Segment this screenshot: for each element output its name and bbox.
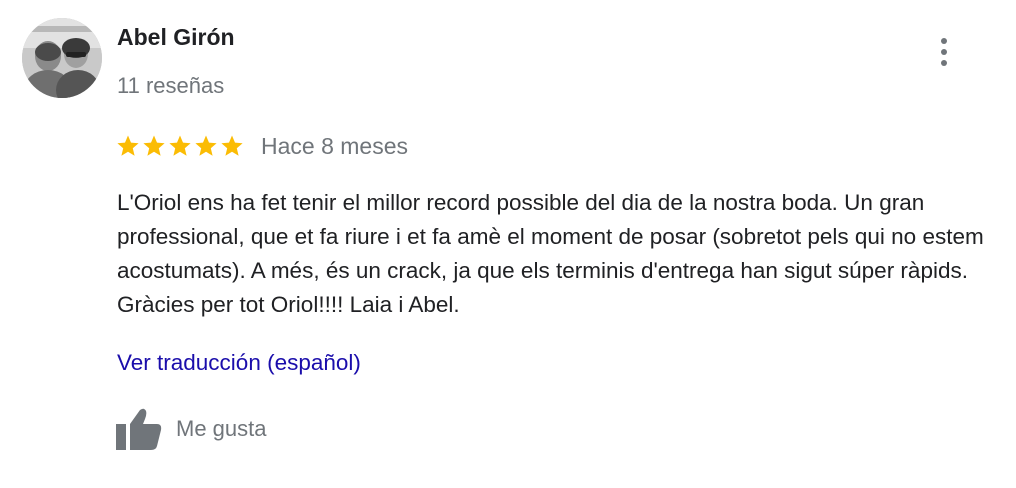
- star-icon: [194, 134, 218, 158]
- more-options-button[interactable]: [928, 30, 960, 74]
- review-card: Abel Girón 11 reseñas Hace 8 meses L'Ori…: [0, 0, 1016, 488]
- review-date: Hace 8 meses: [261, 132, 409, 159]
- avatar[interactable]: [22, 18, 102, 98]
- translate-link[interactable]: Ver traducción (español): [117, 350, 361, 376]
- star-icon: [116, 134, 140, 158]
- star-icon: [142, 134, 166, 158]
- more-vert-icon: [941, 38, 947, 44]
- review-text: L'Oriol ens ha fet tenir el millor recor…: [117, 190, 984, 317]
- review-count[interactable]: 11 reseñas: [117, 73, 224, 99]
- thumb-up-icon: [116, 408, 162, 450]
- author-name[interactable]: Abel Girón: [117, 24, 235, 51]
- like-label: Me gusta: [176, 416, 267, 441]
- like-button[interactable]: Me gusta: [116, 408, 267, 450]
- avatar-photo: [22, 18, 102, 98]
- star-rating: [116, 134, 244, 158]
- more-vert-icon-dot: [941, 49, 947, 55]
- star-icon: [168, 134, 192, 158]
- more-vert-icon-dot: [941, 60, 947, 66]
- rating-row: Hace 8 meses: [116, 130, 408, 162]
- star-icon: [220, 134, 244, 158]
